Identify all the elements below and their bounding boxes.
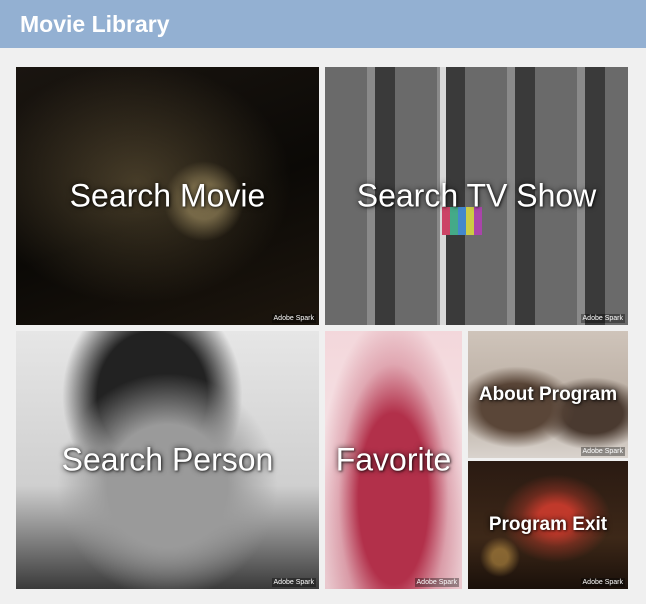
adobe-spark-badge: Adobe Spark <box>580 447 625 456</box>
title-bar: Movie Library <box>0 0 646 48</box>
search-person-label: Search Person <box>61 441 274 478</box>
adobe-spark-badge: Adobe Spark <box>271 314 316 323</box>
program-exit-tile[interactable]: Program Exit Adobe Spark <box>468 461 628 589</box>
app-title: Movie Library <box>20 11 170 37</box>
adobe-spark-badge: Adobe Spark <box>271 578 316 587</box>
program-exit-label: Program Exit <box>488 514 608 535</box>
adobe-spark-badge: Adobe Spark <box>414 578 459 587</box>
search-tv-show-tile[interactable]: Search TV Show Adobe Spark <box>325 67 628 325</box>
search-tv-show-label: Search TV Show <box>356 177 597 214</box>
adobe-spark-badge: Adobe Spark <box>580 314 625 323</box>
search-person-tile[interactable]: Search Person Adobe Spark <box>16 331 319 589</box>
favorite-label: Favorite <box>335 441 452 478</box>
favorite-tile[interactable]: Favorite Adobe Spark <box>325 331 462 589</box>
search-movie-tile[interactable]: Search Movie Adobe Spark <box>16 67 319 325</box>
search-movie-label: Search Movie <box>69 177 266 214</box>
adobe-spark-badge: Adobe Spark <box>580 578 625 587</box>
about-program-label: About Program <box>478 383 618 405</box>
about-program-tile[interactable]: About Program Adobe Spark <box>468 331 628 458</box>
